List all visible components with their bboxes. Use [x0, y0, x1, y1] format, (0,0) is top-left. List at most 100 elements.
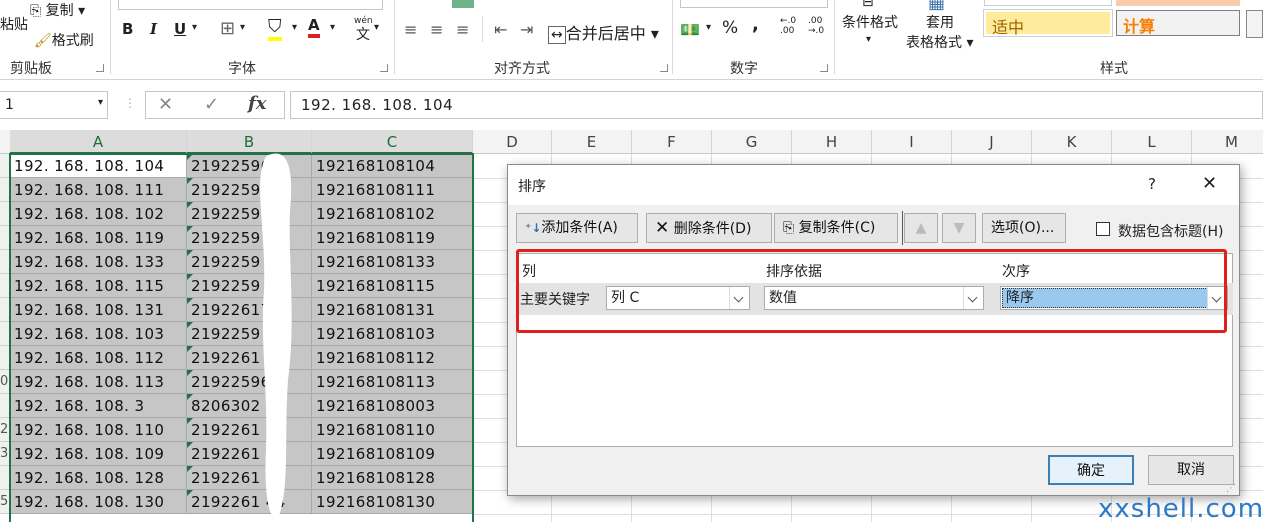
copy-button[interactable]: ⎘ 复制 ▾	[30, 0, 85, 20]
column-header-e[interactable]: E	[552, 130, 632, 154]
resize-grip-icon[interactable]: ⋰	[1226, 483, 1236, 494]
watermark: xxshell.com	[1098, 494, 1263, 524]
alignment-group-label: 对齐方式	[494, 61, 550, 77]
column-header-f[interactable]: F	[632, 130, 712, 154]
insert-function-button[interactable]: fx	[248, 93, 266, 114]
underline-button[interactable]: U	[174, 20, 186, 38]
name-box[interactable]: 1 ▾	[0, 91, 108, 119]
styles-group-label: 样式	[1100, 61, 1128, 77]
font-size-combo[interactable]	[118, 0, 383, 10]
close-button[interactable]: ✕	[1202, 173, 1217, 194]
style-cell-top[interactable]	[984, 0, 1112, 6]
number-launcher-icon[interactable]	[820, 64, 828, 72]
alignment-launcher-icon[interactable]	[660, 64, 668, 72]
copy-condition-label: 复制条件(C)	[798, 220, 876, 236]
merge-center-button[interactable]: ↔ 合并后居中 ▾	[548, 20, 659, 44]
number-group-label: 数字	[730, 61, 758, 77]
increase-indent-icon[interactable]: ⇥	[520, 20, 533, 39]
table-format-button[interactable]: 表格格式 ▾	[906, 32, 973, 52]
formula-input[interactable]: 192. 168. 108. 104	[290, 91, 1263, 119]
column-header-h[interactable]: H	[792, 130, 872, 154]
paste-button[interactable]: 粘贴	[0, 14, 28, 34]
copy-condition-button[interactable]: ⎘ 复制条件(C)	[774, 213, 898, 243]
ok-button[interactable]: 确定	[1048, 455, 1134, 485]
align-right-icon[interactable]: ≡	[456, 20, 469, 39]
merge-label: 合并后居中	[565, 24, 646, 43]
column-header-m[interactable]: M	[1192, 130, 1263, 154]
merge-icon: ↔	[548, 26, 566, 44]
currency-dropdown-icon[interactable]: ▾	[706, 22, 711, 33]
increase-decimal-button[interactable]: ←.0 .00	[780, 16, 796, 36]
style-neutral[interactable]: 适中	[983, 9, 1113, 37]
delete-icon: ✕	[655, 218, 670, 238]
number-format-combo[interactable]	[680, 0, 828, 8]
redaction-scribble	[260, 153, 292, 519]
brush-icon: 🖌	[34, 33, 52, 49]
conditional-format-dropdown-icon[interactable]: ▾	[866, 34, 871, 45]
add-condition-button[interactable]: ⁺↓添加条件(A)	[516, 213, 638, 243]
conditional-format-button[interactable]: 条件格式	[842, 12, 898, 32]
bold-button[interactable]: B	[122, 20, 133, 38]
group-divider	[834, 0, 835, 74]
column-header-d[interactable]: D	[473, 130, 552, 154]
comma-button[interactable]: ,	[752, 14, 759, 35]
percent-button[interactable]: %	[722, 18, 738, 38]
wrap-text-icon[interactable]	[452, 0, 474, 8]
clipboard-launcher-icon[interactable]	[96, 64, 104, 72]
copy-condition-icon: ⎘	[783, 220, 795, 236]
options-button[interactable]: 选项(O)...	[982, 213, 1066, 243]
column-header-i[interactable]: I	[872, 130, 952, 154]
font-launcher-icon[interactable]	[380, 64, 388, 72]
arrow-down-icon: ▼	[953, 220, 965, 236]
phonetic-icon: 文	[356, 27, 370, 43]
column-header-k[interactable]: K	[1032, 130, 1112, 154]
style-bad-cell[interactable]	[1116, 0, 1240, 6]
style-calculation[interactable]: 计算	[1116, 10, 1240, 36]
confirm-entry-button[interactable]: ✓	[204, 94, 219, 115]
table-format-label-2: 表格格式	[906, 35, 962, 51]
column-header-a[interactable]: A	[10, 130, 187, 154]
italic-button[interactable]: I	[150, 20, 157, 38]
format-painter-button[interactable]: 🖌格式刷	[34, 30, 94, 50]
copy-label: 复制	[45, 3, 74, 19]
border-icon[interactable]: ⊞	[220, 18, 235, 39]
delete-condition-button[interactable]: ✕ 删除条件(D)	[646, 213, 772, 243]
phonetic-dropdown-icon[interactable]: ▾	[374, 22, 379, 33]
align-left-icon[interactable]: ≡	[404, 20, 417, 39]
table-format-label-1[interactable]: 套用	[926, 12, 954, 32]
fill-dropdown-icon[interactable]: ▾	[292, 22, 297, 33]
format-painter-label: 格式刷	[51, 33, 94, 49]
cancel-entry-button[interactable]: ✕	[158, 94, 173, 115]
underline-dropdown-icon[interactable]: ▾	[192, 22, 197, 33]
move-up-button[interactable]: ▲	[904, 213, 938, 243]
move-down-button[interactable]: ▼	[942, 213, 976, 243]
select-all-corner[interactable]	[0, 130, 10, 154]
has-headers-checkbox[interactable]	[1096, 222, 1110, 236]
group-divider	[394, 0, 395, 74]
styles-scroll-button[interactable]	[1246, 10, 1263, 38]
column-header-g[interactable]: G	[712, 130, 792, 154]
column-header-c[interactable]: C	[312, 130, 473, 154]
arrow-up-icon: ▲	[915, 220, 927, 236]
column-header-j[interactable]: J	[952, 130, 1032, 154]
copy-icon: ⎘	[30, 3, 42, 19]
fill-color-icon[interactable]: ⛉	[268, 16, 282, 41]
selection-border	[9, 153, 474, 522]
clipboard-group-label: 剪贴板	[10, 61, 52, 77]
highlight-annotation	[516, 249, 1227, 333]
cancel-button[interactable]: 取消	[1148, 455, 1234, 485]
decrease-decimal-button[interactable]: .00 →.0	[808, 16, 824, 36]
font-color-button[interactable]: A	[308, 16, 320, 38]
name-box-dropdown-icon[interactable]: ▾	[98, 97, 103, 108]
more-icon: ⋮	[124, 96, 136, 110]
conditional-format-icon: ⊟	[862, 0, 874, 10]
decrease-indent-icon[interactable]: ⇤	[494, 20, 507, 39]
align-center-icon[interactable]: ≡	[430, 20, 443, 39]
help-button[interactable]: ?	[1148, 175, 1156, 193]
dialog-title: 排序	[518, 179, 546, 195]
delete-condition-label: 删除条件(D)	[673, 221, 752, 237]
border-dropdown-icon[interactable]: ▾	[240, 22, 245, 33]
currency-icon[interactable]: 💵	[680, 20, 700, 39]
column-header-l[interactable]: L	[1112, 130, 1192, 154]
font-color-dropdown-icon[interactable]: ▾	[330, 22, 335, 33]
